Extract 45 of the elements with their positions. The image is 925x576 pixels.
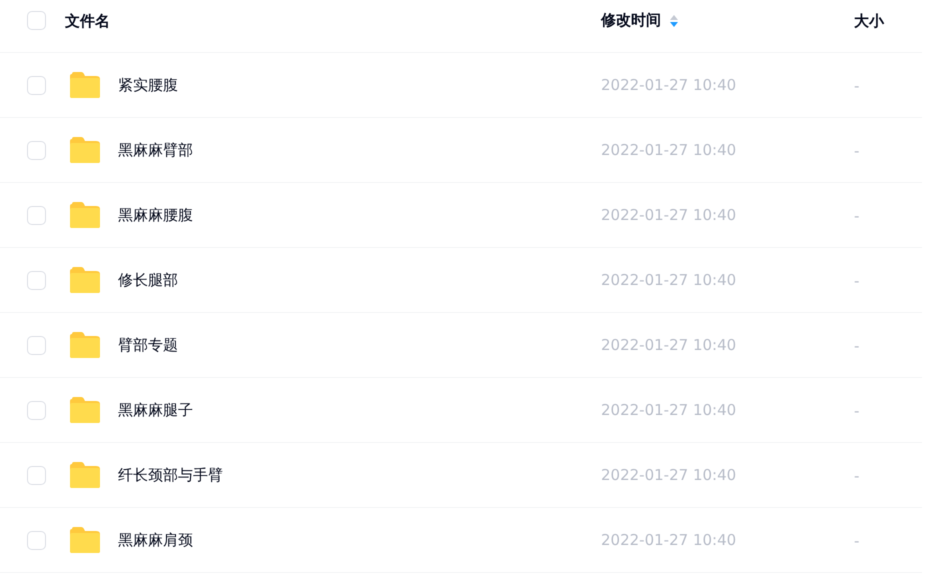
folder-icon bbox=[70, 332, 100, 358]
row-checkbox[interactable] bbox=[27, 530, 46, 550]
row-checkbox[interactable] bbox=[27, 336, 46, 354]
file-size: - bbox=[854, 76, 860, 94]
file-size: - bbox=[854, 532, 860, 550]
file-size: - bbox=[854, 206, 860, 224]
modified-time: 2022-01-27 10:40 bbox=[601, 336, 736, 354]
select-all-checkbox[interactable] bbox=[27, 11, 46, 30]
row-checkbox[interactable] bbox=[27, 76, 46, 94]
file-name[interactable]: 紧实腰腹 bbox=[118, 76, 178, 94]
file-size: - bbox=[854, 466, 860, 484]
column-header: 大小 bbox=[854, 12, 884, 30]
folder-icon bbox=[70, 267, 100, 293]
folder-icon bbox=[70, 137, 100, 163]
file-name[interactable]: 黑麻麻腰腹 bbox=[118, 206, 193, 224]
modified-time: 2022-01-27 10:40 bbox=[601, 76, 736, 94]
row-checkbox[interactable] bbox=[27, 140, 46, 160]
folder-icon bbox=[70, 72, 100, 98]
row-checkbox[interactable] bbox=[27, 270, 46, 290]
folder-icon bbox=[70, 202, 100, 228]
row-checkbox[interactable] bbox=[27, 206, 46, 224]
file-name[interactable]: 黑麻麻臂部 bbox=[118, 140, 193, 160]
modified-time: 2022-01-27 10:40 bbox=[601, 401, 736, 419]
row-checkbox[interactable] bbox=[27, 466, 46, 484]
sort-icon[interactable] bbox=[669, 14, 679, 28]
file-size: - bbox=[854, 272, 860, 290]
column-header: 文件名 bbox=[65, 12, 110, 30]
file-name[interactable]: 臂部专题 bbox=[118, 336, 178, 354]
file-size: - bbox=[854, 402, 860, 420]
folder-icon bbox=[70, 397, 100, 423]
modified-time: 2022-01-27 10:40 bbox=[601, 531, 736, 549]
file-name[interactable]: 黑麻麻肩颈 bbox=[118, 530, 193, 550]
column-header: 修改时间 bbox=[601, 11, 661, 30]
modified-time: 2022-01-27 10:40 bbox=[601, 206, 736, 224]
file-size: - bbox=[854, 336, 860, 354]
file-name[interactable]: 纤长颈部与手臂 bbox=[118, 466, 223, 484]
modified-time: 2022-01-27 10:40 bbox=[601, 141, 736, 159]
folder-icon bbox=[70, 462, 100, 488]
file-name[interactable]: 黑麻麻腿子 bbox=[118, 400, 193, 420]
modified-time: 2022-01-27 10:40 bbox=[601, 271, 736, 289]
row-checkbox[interactable] bbox=[27, 400, 46, 420]
folder-icon bbox=[70, 527, 100, 553]
file-size: - bbox=[854, 142, 860, 160]
file-name[interactable]: 修长腿部 bbox=[118, 270, 178, 290]
modified-time: 2022-01-27 10:40 bbox=[601, 466, 736, 484]
